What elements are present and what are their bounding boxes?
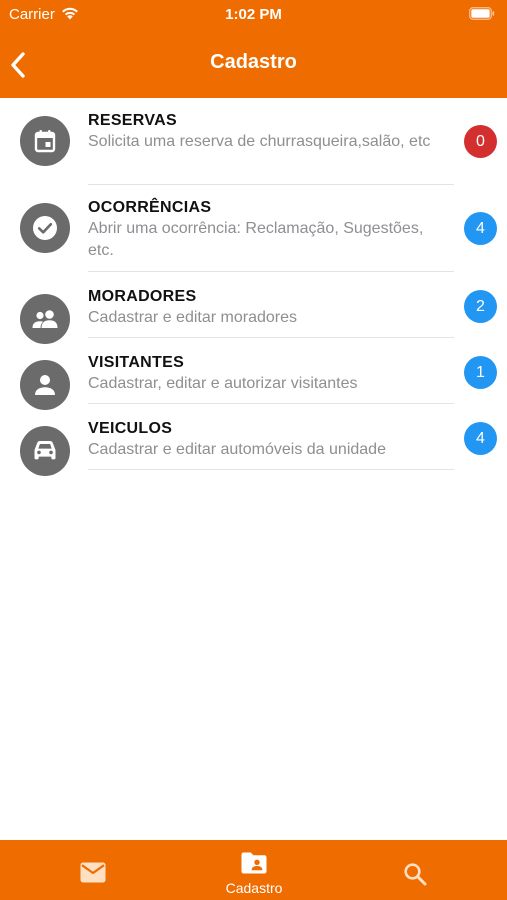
menu-list: RESERVAS Solicita uma reserva de churras… xyxy=(0,98,507,476)
list-item-visitantes[interactable]: VISITANTES Cadastrar, editar e autorizar… xyxy=(0,338,507,410)
count-badge: 4 xyxy=(464,422,497,455)
list-item-text: OCORRÊNCIAS Abrir uma ocorrência: Reclam… xyxy=(88,198,451,262)
list-item-subtitle: Abrir uma ocorrência: Reclamação, Sugest… xyxy=(88,220,424,259)
list-item-title: RESERVAS xyxy=(88,112,177,129)
search-icon xyxy=(404,863,427,886)
list-item-title: VISITANTES xyxy=(88,354,185,371)
list-item-ocorrencias[interactable]: OCORRÊNCIAS Abrir uma ocorrência: Reclam… xyxy=(0,185,507,272)
list-item-subtitle: Solicita uma reserva de churrasqueira,sa… xyxy=(88,133,431,150)
tab-bar: Cadastro xyxy=(0,840,507,900)
car-icon xyxy=(20,426,70,476)
divider xyxy=(88,469,454,470)
tab-messages[interactable] xyxy=(23,840,163,900)
contacts-folder-icon xyxy=(241,852,267,874)
nav-bar: Cadastro xyxy=(0,30,507,98)
top-bar: Carrier 1:02 PM Cadastro xyxy=(0,0,507,98)
list-item-subtitle: Cadastrar e editar moradores xyxy=(88,309,297,326)
mail-icon xyxy=(80,862,106,883)
page-title: Cadastro xyxy=(210,51,297,73)
tab-cadastro[interactable]: Cadastro xyxy=(184,840,324,900)
status-bar: Carrier 1:02 PM xyxy=(0,0,507,30)
list-item-moradores[interactable]: MORADORES Cadastrar e editar moradores 2 xyxy=(0,272,507,344)
list-item-subtitle: Cadastrar, editar e autorizar visitantes xyxy=(88,375,358,392)
count-badge: 0 xyxy=(464,125,497,158)
list-item-title: OCORRÊNCIAS xyxy=(88,199,212,216)
tab-search[interactable] xyxy=(345,840,485,900)
status-time: 1:02 PM xyxy=(225,6,282,23)
list-item-text: RESERVAS Solicita uma reserva de churras… xyxy=(88,111,451,153)
check-circle-icon xyxy=(20,203,70,253)
battery-icon xyxy=(469,7,495,20)
list-item-title: MORADORES xyxy=(88,288,197,305)
person-icon xyxy=(20,360,70,410)
list-item-text: MORADORES Cadastrar e editar moradores xyxy=(88,287,451,329)
people-icon xyxy=(20,294,70,344)
list-item-title: VEICULOS xyxy=(88,420,173,437)
list-item-reservas[interactable]: RESERVAS Solicita uma reserva de churras… xyxy=(0,98,507,185)
tab-label: Cadastro xyxy=(225,880,283,896)
list-item-subtitle: Cadastrar e editar automóveis da unidade xyxy=(88,441,386,458)
count-badge: 1 xyxy=(464,356,497,389)
calendar-icon xyxy=(20,116,70,166)
list-item-text: VEICULOS Cadastrar e editar automóveis d… xyxy=(88,419,451,461)
list-item-veiculos[interactable]: VEICULOS Cadastrar e editar automóveis d… xyxy=(0,404,507,476)
count-badge: 2 xyxy=(464,290,497,323)
list-item-text: VISITANTES Cadastrar, editar e autorizar… xyxy=(88,353,451,395)
count-badge: 4 xyxy=(464,212,497,245)
